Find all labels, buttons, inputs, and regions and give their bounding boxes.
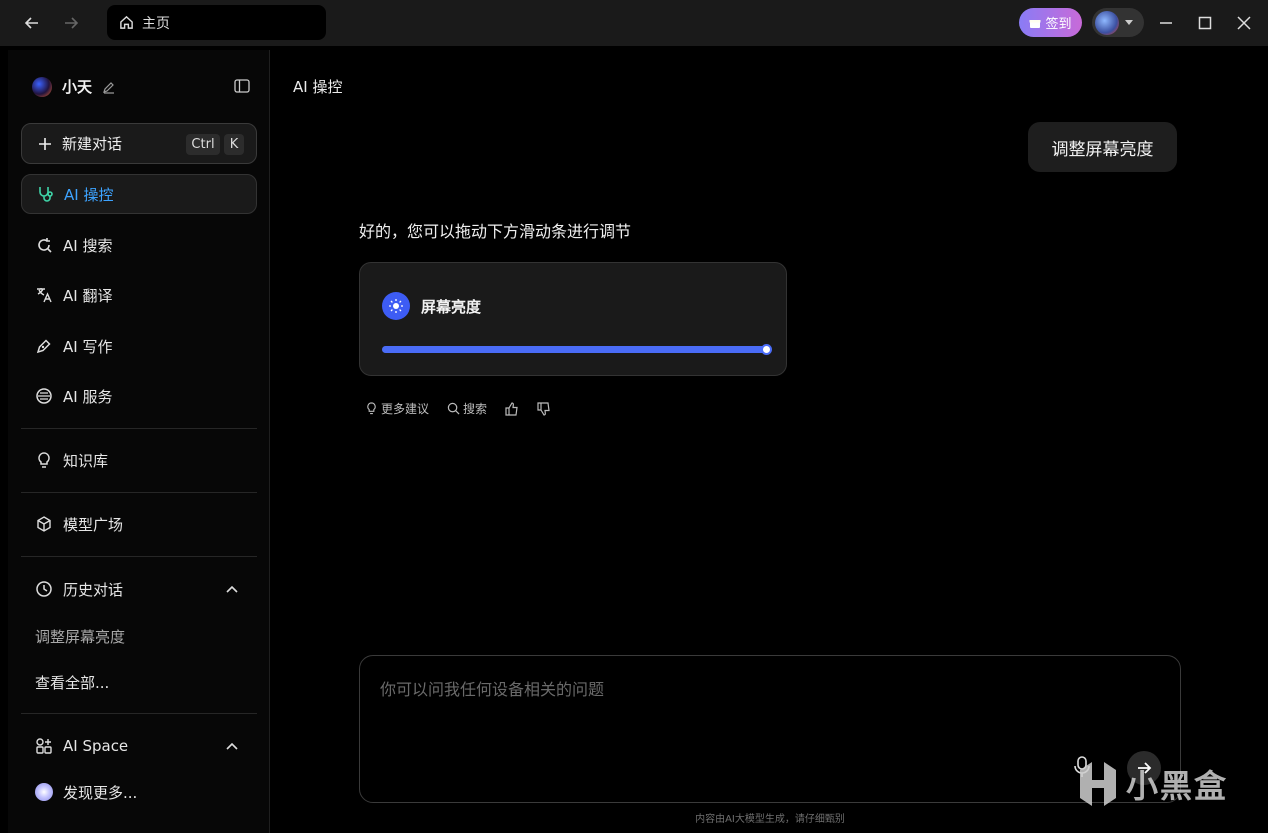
divider [21, 492, 257, 493]
new-chat-button[interactable]: 新建对话 Ctrl K [21, 123, 257, 164]
close-icon [1237, 16, 1251, 30]
checkin-label: 签到 [1045, 17, 1072, 32]
thumbs-up-icon [505, 401, 518, 416]
nav-label: AI 写作 [63, 337, 113, 356]
divider [21, 556, 257, 557]
nav-knowledge-base[interactable]: 知识库 [21, 440, 257, 480]
sparkle-icon [35, 783, 53, 801]
nav-label: AI 翻译 [63, 286, 113, 305]
bulb-icon [38, 452, 50, 468]
bulb-icon [367, 402, 376, 415]
more-suggestions-button[interactable]: 更多建议 [365, 400, 429, 417]
watermark: 小黑盒 [1076, 758, 1228, 810]
nav-label: AI 搜索 [63, 236, 113, 255]
nav-ai-search[interactable]: AI 搜索 [21, 225, 257, 265]
more-suggestions-label: 更多建议 [381, 402, 430, 416]
service-icon [36, 388, 52, 404]
clock-icon [36, 581, 52, 597]
back-button[interactable] [17, 8, 47, 38]
user-avatar [32, 76, 52, 97]
discover-more[interactable]: 发现更多... [21, 772, 257, 812]
nav-label: AI 操控 [64, 185, 114, 204]
history-item[interactable]: 调整屏幕亮度 [35, 626, 125, 647]
search-icon [447, 402, 460, 415]
cube-icon [37, 516, 51, 532]
ai-space-header[interactable]: AI Space [21, 726, 257, 766]
nav-model-square[interactable]: 模型广场 [21, 504, 257, 544]
discover-label: 发现更多... [63, 783, 138, 802]
thumbs-down-button[interactable] [537, 401, 551, 416]
user-message: 调整屏幕亮度 [1028, 122, 1177, 172]
arrow-right-icon [65, 17, 79, 29]
view-all-link[interactable]: 查看全部... [35, 672, 109, 693]
caret-down-icon [1125, 19, 1133, 25]
arrow-left-icon [24, 17, 38, 29]
shortcut-ctrl: Ctrl [186, 134, 220, 155]
chevron-up-icon[interactable] [226, 742, 238, 750]
checkin-button[interactable]: 签到 [1019, 8, 1082, 37]
brightness-card: 屏幕亮度 [359, 262, 787, 376]
message-actions: 更多建议 搜索 [365, 400, 569, 417]
apps-icon [36, 738, 52, 754]
plus-icon [39, 137, 51, 150]
ai-disclaimer: 内容由AI大模型生成，请仔细甄别 [695, 814, 845, 825]
history-header[interactable]: 历史对话 [21, 569, 257, 609]
slider-fill [382, 346, 766, 353]
thumbs-up-button[interactable] [505, 401, 519, 416]
slider-thumb[interactable] [761, 344, 772, 355]
sidebar: 小天 新建对话 Ctrl K AI 操控 AI 搜索 AI 翻译 AI 写作 A… [8, 50, 270, 833]
page-title: AI 操控 [293, 78, 343, 96]
chat-input[interactable] [380, 676, 1060, 716]
maximize-icon [1198, 16, 1212, 30]
maximize-button[interactable] [1190, 8, 1220, 38]
shortcut-k: K [224, 134, 244, 155]
gift-icon [1029, 19, 1041, 28]
title-bar: 主页 签到 [0, 0, 1268, 46]
account-menu[interactable] [1092, 8, 1144, 37]
nav-ai-control[interactable]: AI 操控 [21, 174, 257, 214]
edit-icon[interactable] [102, 80, 116, 94]
translate-icon [37, 288, 52, 303]
ai-space-title: AI Space [63, 737, 129, 755]
new-chat-label: 新建对话 [62, 135, 123, 153]
nav-label: 知识库 [63, 451, 109, 470]
nav-label: AI 服务 [63, 387, 113, 406]
brightness-title: 屏幕亮度 [421, 298, 482, 316]
address-text: 主页 [142, 15, 170, 32]
forward-button[interactable] [56, 8, 86, 38]
address-bar[interactable]: 主页 [107, 5, 326, 40]
ai-reply: 好的，您可以拖动下方滑动条进行调节 [359, 222, 632, 241]
heybox-logo-icon [1080, 762, 1116, 806]
username: 小天 [62, 78, 93, 96]
close-button[interactable] [1229, 8, 1259, 38]
minimize-icon [1160, 22, 1172, 24]
search-refresh-icon [38, 238, 52, 253]
stethoscope-icon [39, 187, 53, 202]
nav-ai-service[interactable]: AI 服务 [21, 376, 257, 416]
watermark-text: 小黑盒 [1126, 767, 1229, 805]
user-profile[interactable]: 小天 [32, 76, 116, 97]
avatar [1095, 10, 1119, 35]
divider [21, 428, 257, 429]
history-title: 历史对话 [63, 580, 124, 599]
home-icon [120, 15, 133, 29]
nav-label: 模型广场 [63, 515, 124, 534]
search-button[interactable]: 搜索 [447, 400, 487, 417]
nav-ai-writing[interactable]: AI 写作 [21, 326, 257, 366]
sun-icon [382, 292, 410, 320]
brightness-slider[interactable] [382, 344, 772, 355]
chat-input-box [359, 655, 1181, 803]
nav-ai-translate[interactable]: AI 翻译 [21, 275, 257, 315]
search-label: 搜索 [463, 402, 488, 416]
chevron-up-icon[interactable] [226, 585, 238, 593]
thumbs-down-icon [537, 401, 550, 416]
minimize-button[interactable] [1151, 8, 1181, 38]
pen-icon [36, 339, 51, 354]
sidebar-toggle-icon[interactable] [234, 79, 250, 93]
divider [21, 713, 257, 714]
